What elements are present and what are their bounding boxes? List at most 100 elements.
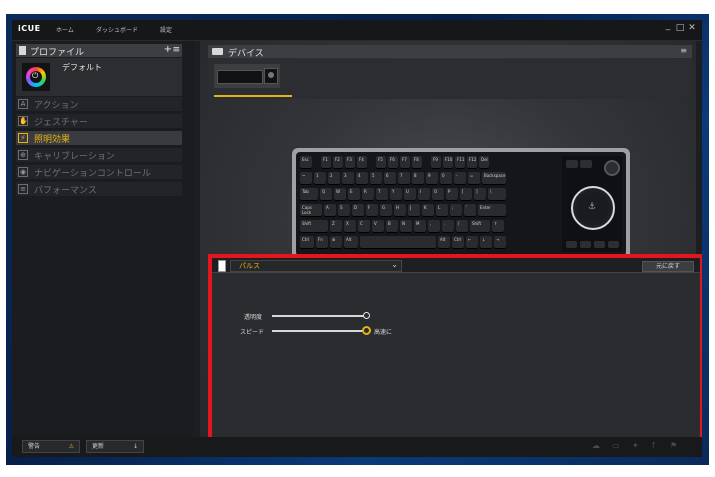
key-legend: Shift [302, 221, 312, 226]
media-key[interactable] [580, 160, 592, 168]
menu-item[interactable]: ◉ ナビゲーションコントロール [16, 165, 182, 180]
key-legend: F7 [402, 157, 407, 162]
key-legend: G [382, 205, 386, 210]
menu-item[interactable]: ✋ ジェスチャー [16, 114, 182, 129]
nav-settings[interactable]: 設定 [160, 25, 172, 34]
maximize-button[interactable]: □ [675, 23, 685, 33]
key: ↓ [480, 236, 492, 249]
nav-home[interactable]: ホーム [56, 25, 74, 34]
keyboard-image: Esc F1 F2 F3 F4 F5 F6 F7 F8 F9 F10 F11 F12 Del ~1 2 3 4 5 6… [292, 148, 630, 260]
keyboard-icon [212, 48, 223, 55]
menu-item-icon: ⚡ [18, 133, 28, 143]
key [360, 236, 436, 249]
power-icon: ⏻ [32, 71, 39, 80]
profile-menu-button[interactable]: ≡ [172, 45, 180, 55]
key-legend: / [458, 221, 460, 226]
transparency-slider-thumb[interactable] [363, 312, 370, 319]
key-legend: ↑ [494, 221, 498, 226]
key: F9 [431, 156, 441, 169]
key-legend: Z [332, 221, 335, 226]
key: 0 [440, 172, 452, 185]
media-key[interactable] [566, 160, 578, 168]
touchpad-button[interactable] [580, 241, 591, 248]
menu-item[interactable]: ⊕ キャリブレーション [16, 148, 182, 163]
add-profile-button[interactable]: + [164, 44, 172, 55]
key: E [348, 188, 360, 201]
key: 7 [398, 172, 410, 185]
key-legend: Esc [302, 157, 309, 162]
key: C [358, 220, 370, 233]
reset-button[interactable]: 元に戻す [642, 261, 694, 272]
key: F11 [455, 156, 465, 169]
key-legend: ↓ [482, 237, 486, 242]
key: R [362, 188, 374, 201]
key: M [414, 220, 426, 233]
chat-icon[interactable]: ▭ [612, 441, 620, 450]
menu-item[interactable]: ⚡ 照明効果 [16, 131, 182, 146]
color-swatch[interactable] [218, 260, 226, 272]
touchpad[interactable]: ⚓ [571, 186, 615, 230]
menu-item[interactable]: A アクション [16, 97, 182, 112]
community-icon[interactable]: ☁ [592, 441, 600, 450]
key-legend: ' [466, 205, 468, 210]
keyboard-touchpad-area: ⚓ [562, 156, 622, 252]
key-legend: . [444, 221, 446, 226]
key-legend: T [378, 189, 381, 194]
key: A [324, 204, 336, 217]
menu-item-label: ナビゲーションコントロール [34, 169, 151, 179]
key-legend: → [496, 237, 500, 242]
profile-header: プロファイル + ≡ [16, 44, 182, 58]
key: F6 [388, 156, 398, 169]
touchpad-button[interactable] [594, 241, 605, 248]
minimize-button[interactable]: _ [663, 21, 673, 31]
menu-item-icon: ✋ [18, 116, 28, 126]
key-legend: F8 [414, 157, 419, 162]
key: P [446, 188, 458, 201]
touchpad-button[interactable] [566, 241, 577, 248]
facebook-icon[interactable]: f [652, 441, 655, 450]
key-legend: B [388, 221, 391, 226]
key: F4 [357, 156, 367, 169]
close-button[interactable]: ✕ [687, 23, 697, 33]
devices-menu-button[interactable]: ≡ [680, 46, 687, 55]
key: Z [330, 220, 342, 233]
key: U [404, 188, 416, 201]
title-bar: iCUE ホーム ダッシュボード 設定 _ □ ✕ [12, 20, 702, 41]
corsair-icon[interactable]: ⚑ [670, 441, 677, 450]
key: ⊞ [330, 236, 342, 249]
device-thumbnail-k83[interactable] [214, 64, 280, 88]
speed-slider-track[interactable] [272, 330, 366, 332]
key: S [338, 204, 350, 217]
warning-button[interactable]: 警告 ⚠ [22, 440, 80, 453]
speed-slider-thumb[interactable] [362, 326, 371, 335]
twitter-icon[interactable]: ✦ [632, 441, 639, 450]
thumbnail-touchpad [264, 68, 278, 84]
update-button[interactable]: 更新 ↓ [86, 440, 144, 453]
key: 8 [412, 172, 424, 185]
key: Ctrl [452, 236, 464, 249]
key-legend: Tab [302, 189, 309, 194]
profile-card[interactable]: ⏻ デフォルト [16, 58, 182, 96]
effect-dropdown[interactable]: パルス ⌄ [230, 260, 402, 272]
volume-knob[interactable] [604, 160, 620, 176]
nav-dashboard[interactable]: ダッシュボード [96, 25, 138, 34]
transparency-slider-track[interactable] [272, 315, 366, 317]
warning-label: 警告 [28, 443, 41, 450]
status-bar: 警告 ⚠ 更新 ↓ ☁ ▭ ✦ f ⚑ [12, 437, 702, 457]
key: Enter [478, 204, 506, 217]
touchpad-button[interactable] [608, 241, 619, 248]
key: Caps Lock [300, 204, 322, 217]
key: ] [474, 188, 486, 201]
menu-item-icon: ◉ [18, 167, 28, 177]
key-legend: Caps Lock [302, 205, 312, 215]
key-legend: [ [462, 189, 464, 194]
key: \ [488, 188, 506, 201]
menu-item[interactable]: ≡ パフォーマンス [16, 182, 182, 197]
key-legend: Ctrl [454, 237, 462, 242]
key-legend: ~ [302, 173, 306, 178]
corsair-logo-icon: ⚓ [588, 202, 597, 212]
key-legend: O [434, 189, 438, 194]
key: F1 [321, 156, 331, 169]
chevron-down-icon: ⌄ [391, 260, 398, 269]
key-legend: - [456, 173, 458, 178]
